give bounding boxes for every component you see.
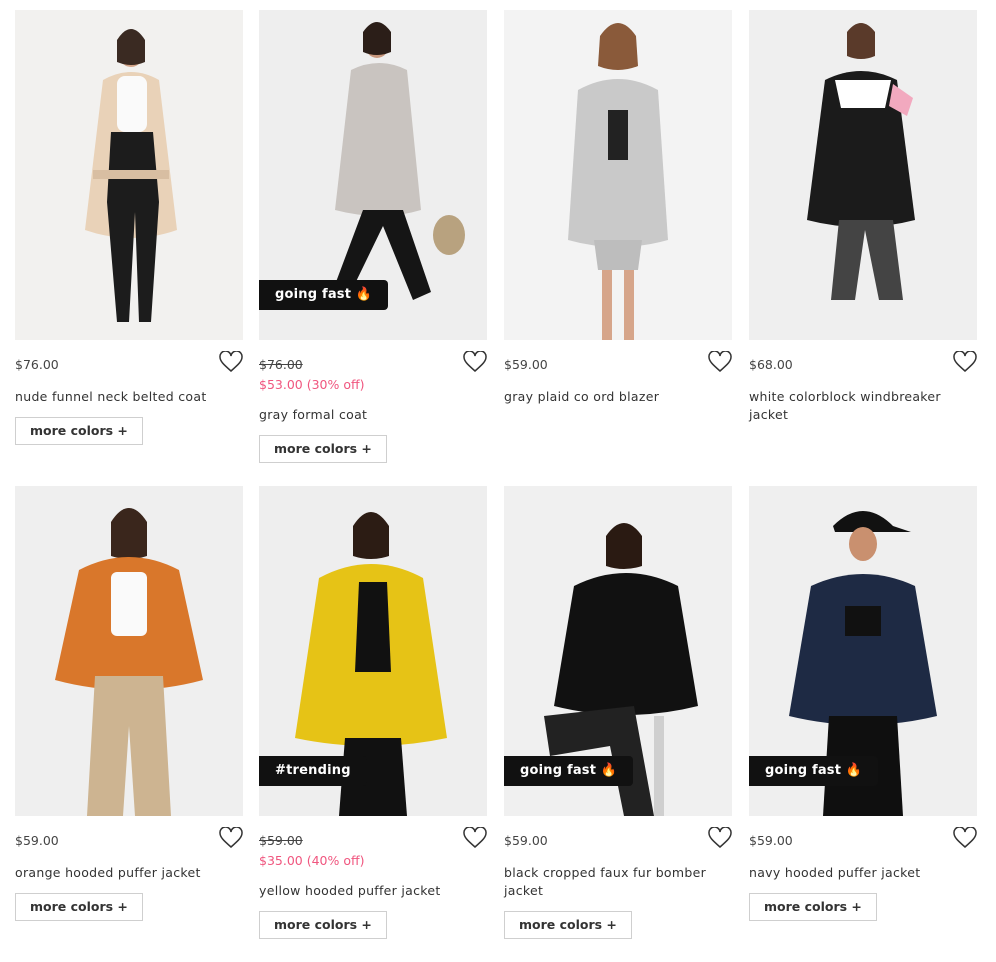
- product-card[interactable]: $76.00 nude funnel neck belted coat more…: [15, 10, 243, 445]
- product-card[interactable]: going fast 🔥 $76.00 $53.00 (30% off) gra…: [259, 10, 487, 463]
- more-colors-button[interactable]: more colors +: [504, 911, 632, 939]
- original-price: $59.00: [259, 833, 303, 848]
- going-fast-badge: going fast 🔥: [749, 756, 879, 786]
- product-name[interactable]: black cropped faux fur bomber jacket: [504, 864, 724, 900]
- heart-icon[interactable]: [219, 351, 243, 373]
- price: $59.00: [504, 357, 548, 372]
- going-fast-badge: going fast 🔥: [504, 756, 634, 786]
- heart-icon[interactable]: [463, 827, 487, 849]
- product-image[interactable]: #trending: [259, 486, 487, 816]
- more-colors-button[interactable]: more colors +: [15, 893, 143, 921]
- product-image[interactable]: [749, 10, 977, 340]
- product-card[interactable]: $59.00 gray plaid co ord blazer: [504, 10, 732, 406]
- heart-icon[interactable]: [708, 827, 732, 849]
- going-fast-badge: going fast 🔥: [259, 280, 389, 310]
- product-image[interactable]: [504, 10, 732, 340]
- heart-icon[interactable]: [953, 827, 977, 849]
- product-name[interactable]: navy hooded puffer jacket: [749, 864, 969, 882]
- more-colors-button[interactable]: more colors +: [15, 417, 143, 445]
- price: $68.00: [749, 357, 793, 372]
- product-image[interactable]: going fast 🔥: [749, 486, 977, 816]
- product-grid: $76.00 nude funnel neck belted coat more…: [0, 0, 996, 962]
- product-card[interactable]: going fast 🔥 $59.00 black cropped faux f…: [504, 486, 732, 939]
- heart-icon[interactable]: [463, 351, 487, 373]
- price: $59.00: [15, 833, 59, 848]
- product-name[interactable]: white colorblock windbreaker jacket: [749, 388, 969, 424]
- original-price: $76.00: [259, 357, 303, 372]
- product-card[interactable]: $68.00 white colorblock windbreaker jack…: [749, 10, 977, 424]
- product-name[interactable]: yellow hooded puffer jacket: [259, 882, 479, 900]
- product-image[interactable]: going fast 🔥: [259, 10, 487, 340]
- product-image[interactable]: [15, 10, 243, 340]
- heart-icon[interactable]: [219, 827, 243, 849]
- product-name[interactable]: nude funnel neck belted coat: [15, 388, 235, 406]
- product-name[interactable]: gray formal coat: [259, 406, 479, 424]
- trending-badge: #trending: [259, 756, 367, 786]
- sale-price: $53.00 (30% off): [259, 377, 365, 392]
- sale-price: $35.00 (40% off): [259, 853, 365, 868]
- more-colors-button[interactable]: more colors +: [259, 435, 387, 463]
- product-name[interactable]: gray plaid co ord blazer: [504, 388, 724, 406]
- heart-icon[interactable]: [953, 351, 977, 373]
- price: $59.00: [749, 833, 793, 848]
- product-card[interactable]: going fast 🔥 $59.00 navy hooded puffer j…: [749, 486, 977, 921]
- product-card[interactable]: #trending $59.00 $35.00 (40% off) yellow…: [259, 486, 487, 939]
- more-colors-button[interactable]: more colors +: [749, 893, 877, 921]
- product-image[interactable]: [15, 486, 243, 816]
- heart-icon[interactable]: [708, 351, 732, 373]
- product-image[interactable]: going fast 🔥: [504, 486, 732, 816]
- more-colors-button[interactable]: more colors +: [259, 911, 387, 939]
- price: $59.00: [504, 833, 548, 848]
- price: $76.00: [15, 357, 59, 372]
- product-card[interactable]: $59.00 orange hooded puffer jacket more …: [15, 486, 243, 921]
- product-name[interactable]: orange hooded puffer jacket: [15, 864, 235, 882]
